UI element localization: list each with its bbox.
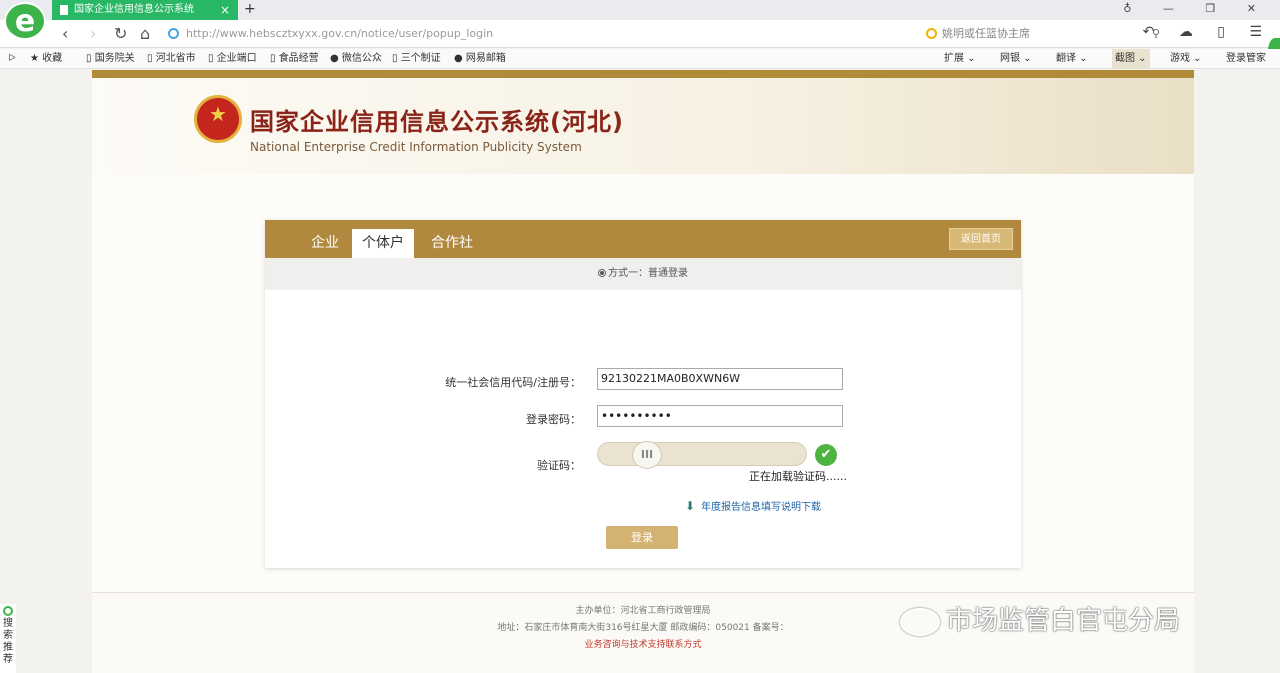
credit-code-field[interactable]: 92130221MA0B0XWN6W: [597, 368, 843, 390]
site-header: 国家企业信用信息公示系统(河北) National Enterprise Cre…: [92, 78, 1194, 174]
site-subtitle: National Enterprise Credit Information P…: [250, 140, 582, 154]
bookmark-item[interactable]: ▯ 河北省市: [147, 49, 196, 69]
login-panel: 企业 个体户 合作社 返回首页 方式一：普通登录 统一社会信用代码/注册号： 9…: [265, 220, 1021, 568]
tab-strip: e 国家企业信用信息公示系统 × + ♁ — ❐ ✕: [0, 0, 1280, 40]
toolbar-icons[interactable]: ↶ ☁ ▯ ☰: [1143, 24, 1272, 40]
translate-menu[interactable]: 翻译 ⌄: [1056, 49, 1088, 69]
tab-cooperative[interactable]: 合作社: [421, 232, 483, 258]
search-input[interactable]: 姚明或任篮协主席 ⚲: [922, 24, 1168, 44]
forward-icon[interactable]: ›: [90, 24, 96, 43]
browser-tab[interactable]: 国家企业信用信息公示系统 ×: [52, 0, 238, 20]
download-icon: ⬇: [685, 499, 696, 513]
search-recommend-icon: [3, 606, 13, 616]
search-placeholder: 姚明或任篮协主席: [942, 27, 1030, 40]
slider-handle[interactable]: III: [632, 441, 662, 469]
url-domain: http://www.hebscztxyxx.gov.cn: [186, 27, 358, 40]
password-label: 登录密码：: [526, 413, 581, 426]
bookmark-item[interactable]: ▯ 企业端口: [208, 49, 257, 69]
bookmark-item[interactable]: ▯ 三个制证: [392, 49, 441, 69]
search-recommend-label: 搜索推荐: [3, 618, 13, 665]
tab-enterprise[interactable]: 企业: [301, 232, 349, 258]
screenshot-menu[interactable]: 截图 ⌄: [1112, 49, 1150, 69]
page-icon: [60, 5, 68, 15]
browser-logo-icon[interactable]: e: [4, 2, 46, 40]
login-method[interactable]: 方式一：普通登录: [265, 258, 1021, 290]
address-bar: ‹ › ↻ ⌂ http://www.hebscztxyxx.gov.cn/no…: [0, 20, 1280, 48]
back-icon[interactable]: ‹: [62, 24, 68, 43]
tab-title: 国家企业信用信息公示系统: [74, 4, 194, 15]
bookmark-item[interactable]: ▯ 国务院关: [86, 49, 135, 69]
new-tab-button[interactable]: +: [244, 0, 256, 18]
login-button[interactable]: 登录: [606, 526, 678, 549]
window-controls[interactable]: ♁ — ❐ ✕: [1123, 2, 1270, 15]
report-guide-link[interactable]: ⬇ 年度报告信息填写说明下载: [685, 498, 821, 513]
return-home-button[interactable]: 返回首页: [949, 228, 1013, 250]
check-icon: ✔: [815, 444, 837, 466]
captcha-label: 验证码：: [537, 459, 581, 472]
page-content: 国家企业信用信息公示系统(河北) National Enterprise Cre…: [92, 70, 1194, 673]
national-emblem-icon: [194, 95, 242, 143]
wechat-logo-icon: [900, 607, 940, 636]
bookmark-item[interactable]: ★ 收藏: [30, 49, 62, 69]
radio-icon[interactable]: [598, 269, 606, 277]
bookmark-item[interactable]: ● 网易邮箱: [454, 49, 506, 69]
url-field[interactable]: http://www.hebscztxyxx.gov.cn/notice/use…: [166, 24, 916, 44]
support-contact-link[interactable]: 业务咨询与技术支持联系方式: [92, 637, 1194, 650]
games-menu[interactable]: 游戏 ⌄: [1170, 49, 1202, 69]
refresh-icon[interactable]: ↻: [114, 24, 127, 43]
search-recommend-tool[interactable]: 搜索推荐: [0, 604, 16, 673]
watermark: 市场监管白官屯分局: [900, 600, 1180, 637]
bookmark-item[interactable]: ● 微信公众: [330, 49, 382, 69]
report-guide-label: 年度报告信息填写说明下载: [701, 502, 822, 513]
bookmarks-bar: ᐅ ★ 收藏 ▯ 国务院关 ▯ 河北省市 ▯ 企业端口 ▯ 食品经营 ● 微信公…: [0, 49, 1280, 69]
tab-individual[interactable]: 个体户: [352, 229, 414, 258]
login-tabs: 企业 个体户 合作社 返回首页: [265, 220, 1021, 258]
url-path: /notice/user/popup_login: [357, 27, 494, 40]
bookmark-item[interactable]: ▯ 食品经营: [270, 49, 319, 69]
code-label: 统一社会信用代码/注册号：: [445, 376, 581, 389]
extensions-menu[interactable]: 扩展 ⌄: [944, 49, 976, 69]
site-title: 国家企业信用信息公示系统(河北): [250, 108, 624, 136]
globe-icon: [168, 28, 179, 39]
login-method-label: 方式一：普通登录: [608, 268, 688, 279]
top-accent-bar: [92, 70, 1194, 78]
captcha-status: 正在加载验证码......: [749, 470, 847, 483]
search-engine-icon: [926, 28, 937, 39]
login-manager-menu[interactable]: 登录管家: [1226, 49, 1266, 69]
watermark-text: 市场监管白官屯分局: [946, 606, 1181, 636]
ebank-menu[interactable]: 网银 ⌄: [1000, 49, 1032, 69]
close-tab-icon[interactable]: ×: [220, 0, 230, 20]
sidebar-toggle-icon[interactable]: ᐅ: [8, 49, 16, 69]
password-field[interactable]: ••••••••••: [597, 405, 843, 427]
home-icon[interactable]: ⌂: [140, 24, 150, 43]
captcha-slider[interactable]: III: [597, 441, 807, 469]
